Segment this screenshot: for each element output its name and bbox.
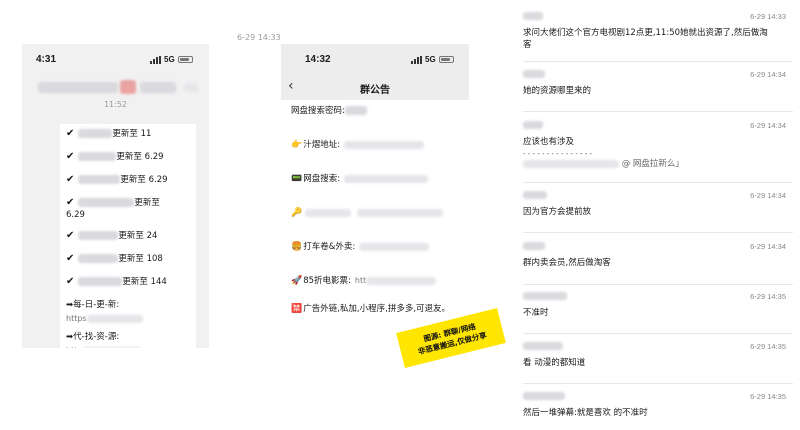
redacted-title — [78, 152, 117, 161]
redacted-chat-name — [38, 82, 118, 93]
pager-icon: 📟 — [291, 174, 303, 184]
redacted-title — [78, 254, 119, 263]
notice-body: 网盘搜索密码: 👉汁熠地址: 📟网盘搜索: 🔑 🍔打车卷&外卖: 🚀85折电影票… — [291, 105, 461, 337]
prohibited-icon: 🈲 — [291, 304, 303, 314]
message-text: 因为官方会提前放 — [523, 207, 592, 217]
message-timestamp: 6-29 14:34 — [750, 121, 786, 130]
message-text: 应该也有涉及 — [523, 137, 575, 147]
battery-icon — [177, 56, 193, 63]
redacted-emoji — [120, 80, 136, 94]
find-resource-label: ➡代-找-资-源: — [66, 332, 120, 342]
redacted-title — [78, 198, 135, 207]
message-timestamp: 6-29 14:34 — [750, 70, 786, 79]
divider — [523, 61, 793, 62]
quoted-message: @ 网盘拉新么」 — [523, 158, 773, 170]
pointing-hand-icon: 👉 — [291, 140, 303, 150]
message-timestamp: 6-29 14:35 — [750, 392, 786, 401]
checkmark-icon: ✔ — [66, 151, 75, 162]
status-bar: 4:31 5G — [22, 44, 209, 74]
nav-bar: 14:32 5G ‹ 群公告 — [281, 44, 469, 100]
more-icon[interactable] — [184, 83, 198, 92]
message-text: 求问大佬们这个官方电视剧12点更,11:50她就出资源了,然后做淘客 — [523, 28, 768, 50]
chat-message-list: 6-29 14:33 求问大佬们这个官方电视剧12点更,11:50她就出资源了,… — [505, 0, 800, 430]
divider — [523, 383, 793, 384]
signal-icon — [150, 55, 161, 64]
page-title: 群公告 — [360, 85, 390, 96]
divider — [523, 284, 793, 285]
redacted-title — [78, 129, 113, 138]
divider — [523, 333, 793, 334]
update-item: ✔ 更新至 144 — [66, 276, 167, 287]
message-text: 她的资源哪里来的 — [523, 86, 592, 96]
find-resource-link[interactable]: http — [66, 345, 190, 348]
redacted-sender — [523, 342, 563, 350]
redacted-sender — [523, 70, 545, 78]
message-timestamp: 6-29 14:35 — [750, 292, 786, 301]
chat-header — [22, 76, 209, 100]
checkmark-icon: ✔ — [66, 276, 75, 287]
message-text: 然后一堆弹幕:就是喜欢 的不准时 — [523, 408, 648, 418]
message-timestamp: 6-29 14:35 — [750, 342, 786, 351]
notice-line: 🈲广告外链,私加,小程序,拼多多,可退友。 — [291, 304, 451, 314]
redacted-sender — [523, 121, 543, 129]
message-timestamp: 6-29 14:33 — [750, 12, 786, 21]
update-item: ✔ 更新至 6.29 — [66, 174, 168, 185]
checkmark-icon: ✔ — [66, 253, 75, 264]
message-time: 11:52 — [103, 100, 128, 109]
divider — [523, 111, 793, 112]
update-item: ✔ 更新至 24 — [66, 230, 158, 241]
update-item: ✔ 更新至 6.29 — [66, 197, 160, 220]
rocket-icon: 🚀 — [291, 276, 303, 286]
redacted-title — [78, 175, 121, 184]
network-label: 5G — [164, 55, 175, 64]
status-time: 14:32 — [305, 54, 331, 65]
divider — [523, 182, 793, 183]
message-text: 群内卖会员,然后做淘客 — [523, 258, 611, 268]
message-timestamp: 6-29 14:34 — [750, 191, 786, 200]
message-bubble: ✔ 更新至 11 ✔ 更新至 6.29 ✔ 更新至 6.29 ✔ 更新至 6.29 ✔ 更新… — [60, 124, 196, 348]
redacted-chat-name — [140, 82, 176, 93]
phone-screenshot-group-notice: 14:32 5G ‹ 群公告 网盘搜索密码: 👉汁熠地址: 📟网盘搜索: 🔑 🍔… — [281, 44, 469, 348]
battery-icon — [438, 56, 454, 63]
redacted-title — [78, 277, 123, 286]
message-text: 看 动漫的都知道 — [523, 358, 586, 368]
network-label: 5G — [425, 55, 436, 64]
redacted-sender — [523, 12, 543, 20]
redacted-sender — [523, 242, 545, 250]
redacted-sender — [523, 191, 547, 199]
redacted-sender — [523, 292, 567, 300]
checkmark-icon: ✔ — [66, 128, 75, 139]
key-icon: 🔑 — [291, 208, 303, 218]
notice-line: 🚀85折电影票: htt — [291, 275, 461, 287]
update-item: ✔ 更新至 6.29 — [66, 151, 164, 162]
status-time: 4:31 — [36, 54, 57, 65]
update-item: ✔ 更新至 11 — [66, 128, 152, 139]
notice-line: 网盘搜索密码: — [291, 105, 461, 117]
burger-icon: 🍔 — [291, 242, 303, 252]
redacted-sender — [523, 392, 565, 400]
checkmark-icon: ✔ — [66, 174, 75, 185]
timestamp: 6-29 14:33 — [237, 33, 281, 42]
signal-icon — [411, 55, 422, 64]
checkmark-icon: ✔ — [66, 197, 75, 208]
notice-line: 🍔打车卷&外卖: — [291, 241, 461, 253]
notice-line: 👉汁熠地址: — [291, 139, 461, 151]
divider — [523, 232, 793, 233]
message-text: 不准时 — [523, 308, 549, 318]
checkmark-icon: ✔ — [66, 230, 75, 241]
redacted-title — [78, 231, 119, 240]
update-item: ✔ 更新至 108 — [66, 253, 163, 264]
notice-line: 📟网盘搜索: — [291, 173, 461, 185]
phone-screenshot-group-chat: 4:31 5G 11:52 ✔ 更新至 11 ✔ 更新至 6.29 ✔ 更新至 6.2… — [22, 44, 209, 348]
daily-update-label: ➡每-日-更-新: — [66, 300, 120, 310]
notice-line: 🔑 — [291, 207, 461, 219]
daily-update-link[interactable]: https — [66, 313, 190, 325]
message-timestamp: 6-29 14:34 — [750, 242, 786, 251]
